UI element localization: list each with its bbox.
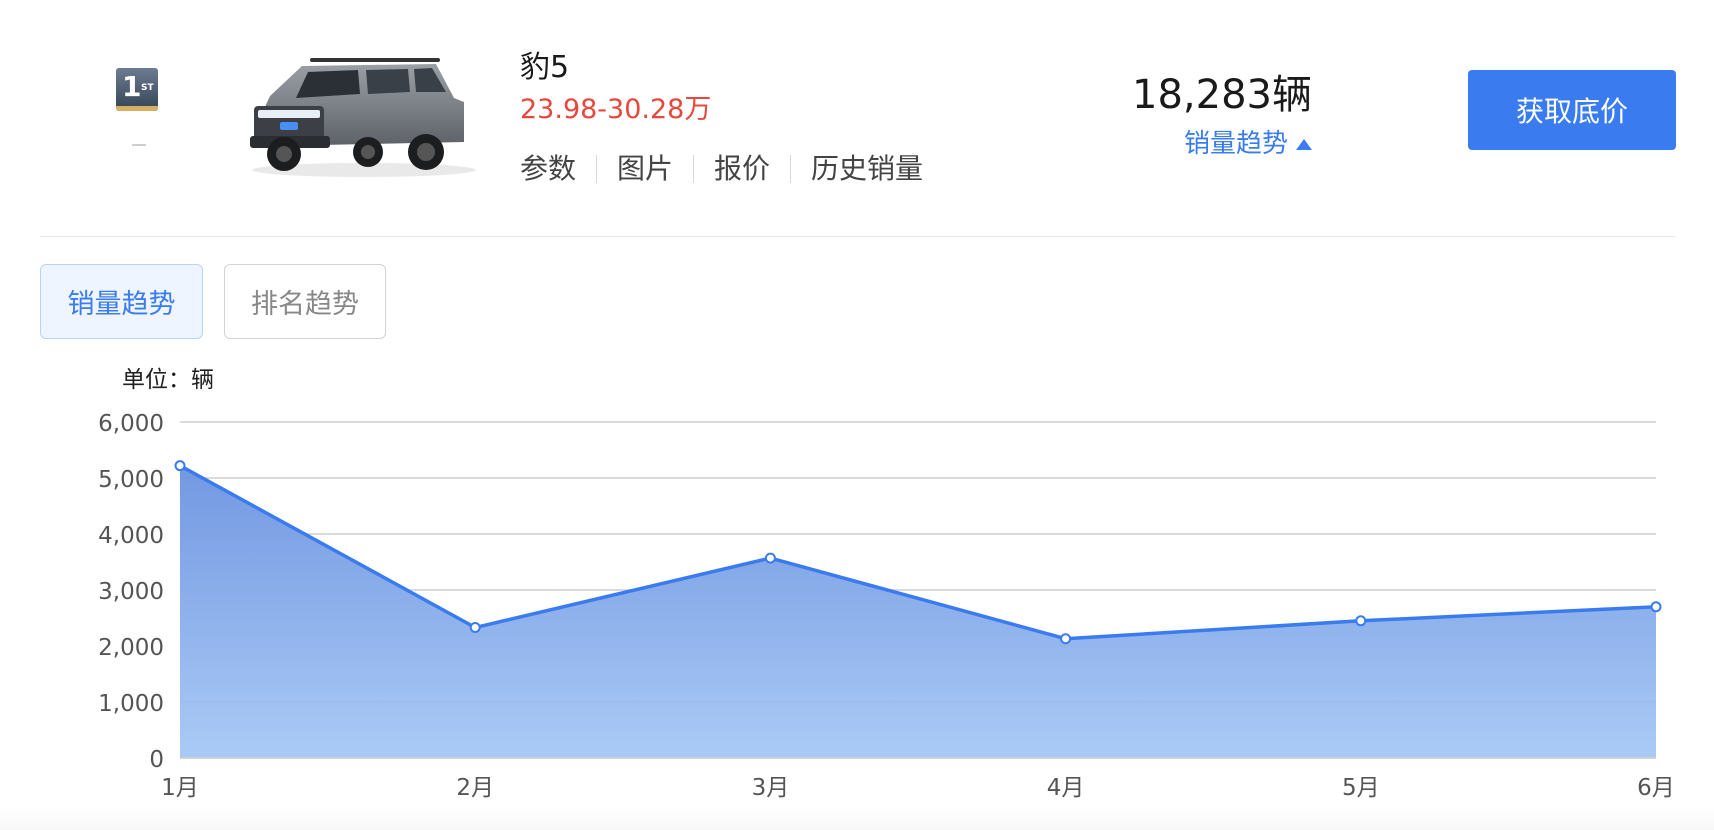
x-tick-label: 5月 — [1342, 775, 1380, 801]
data-point — [1060, 633, 1072, 645]
data-point — [764, 552, 776, 564]
x-tick-label: 2月 — [456, 775, 494, 801]
x-tick-label: 6月 — [1637, 775, 1675, 801]
y-tick-label: 3,000 — [98, 579, 164, 605]
sales-area-fill — [180, 465, 1656, 758]
bottom-fade — [0, 808, 1714, 830]
sales-trend-chart: 0 1,000 2,000 3,000 4,000 5,000 6,000 1月 2月 3月 4月 5… — [98, 411, 1675, 801]
x-tick-label: 3月 — [752, 775, 790, 801]
y-tick-label: 1,000 — [98, 691, 164, 717]
data-point — [1355, 615, 1367, 627]
x-tick-label: 1月 — [161, 775, 199, 801]
y-tick-label: 2,000 — [98, 635, 164, 661]
y-tick-label: 4,000 — [98, 523, 164, 549]
y-tick-label: 5,000 — [98, 467, 164, 493]
data-point — [1650, 601, 1662, 613]
x-tick-label: 4月 — [1047, 775, 1085, 801]
sales-ranking-card: 1 ST 豹5 23.98-30.28万 参数 图片 报价 历史销量 18,28… — [0, 0, 1714, 830]
y-tick-label: 6,000 — [98, 411, 164, 437]
y-tick-label: 0 — [149, 747, 164, 773]
data-point — [174, 460, 186, 472]
data-point — [469, 622, 481, 634]
